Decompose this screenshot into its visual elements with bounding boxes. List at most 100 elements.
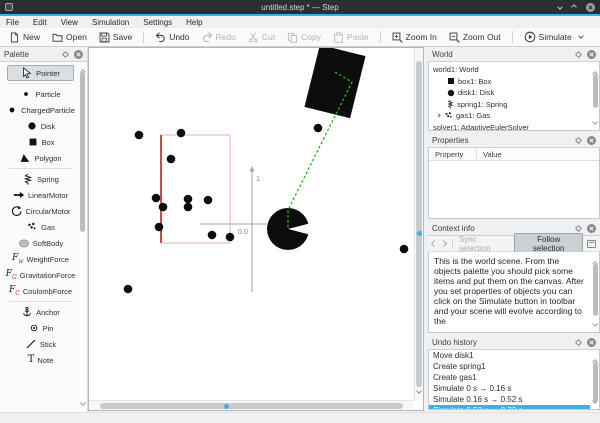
palette-item-weight-force[interactable]: Fw WeightForce [3, 251, 78, 267]
gas1-region[interactable] [161, 135, 230, 243]
tree-item-disk1[interactable]: disk1: Disk [429, 87, 589, 99]
zoom-out-icon [449, 32, 460, 43]
float-panel-icon[interactable] [62, 50, 69, 57]
menu-edit[interactable]: Edit [33, 18, 47, 27]
palette-item-polygon[interactable]: Polygon [3, 150, 78, 166]
palette-item-circular-motor[interactable]: CircularMotor [3, 203, 78, 219]
canvas-hscrollbar[interactable] [89, 400, 414, 410]
simulate-icon [524, 31, 536, 43]
palette-item-particle[interactable]: Particle [3, 86, 78, 102]
undo-button[interactable]: Undo [150, 30, 194, 45]
palette-item-stick[interactable]: Stick [3, 336, 78, 352]
palette-item-spring[interactable]: Spring [3, 171, 78, 187]
zoom-out-button[interactable]: Zoom Out [444, 30, 506, 45]
palette-item-anchor[interactable]: Anchor [3, 304, 78, 320]
tree-item-world1[interactable]: world1: World [429, 64, 589, 76]
gas-particle[interactable] [167, 155, 176, 164]
palette-item-linear-motor[interactable]: LinearMotor [3, 187, 78, 203]
palette-item-pointer[interactable]: Pointer [7, 65, 74, 81]
undo-item[interactable]: Simulate 0.16 s → 0.52 s [429, 394, 590, 405]
world-canvas[interactable]: 1 0.0 [88, 47, 424, 411]
world-panel-header: World [428, 47, 600, 62]
close-panel-icon[interactable] [587, 224, 596, 233]
menu-file[interactable]: File [6, 18, 19, 27]
undo-item-selected[interactable]: Simulate 0.52 s → 0.72 s [429, 405, 590, 410]
maximize-icon[interactable] [571, 4, 577, 10]
pointer-icon [21, 67, 33, 79]
palette-item-charged-particle[interactable]: ChargedParticle [3, 102, 78, 118]
gas-particle[interactable] [152, 194, 161, 203]
undo-item[interactable]: Create spring1 [429, 361, 590, 372]
properties-panel-title: Properties [432, 136, 468, 145]
gas-particle[interactable] [124, 285, 133, 294]
undo-item[interactable]: Create gas1 [429, 372, 590, 383]
open-icon [52, 32, 63, 43]
weight-force-icon: Fw [12, 254, 23, 265]
palette-scrollbar[interactable] [80, 66, 85, 400]
tree-item-gas1[interactable]: gas1: Gas [429, 110, 589, 122]
float-panel-icon[interactable] [575, 224, 582, 231]
gas-particle[interactable] [184, 203, 193, 212]
close-panel-icon[interactable] [74, 50, 83, 59]
simulate-dropdown-icon[interactable] [578, 33, 584, 39]
palette-item-pin[interactable]: Pin [3, 320, 78, 336]
gas-particle[interactable] [226, 233, 235, 242]
minimize-icon[interactable] [557, 4, 563, 10]
float-panel-icon[interactable] [575, 338, 582, 345]
float-panel-icon[interactable] [575, 136, 582, 143]
menu-settings[interactable]: Settings [143, 18, 172, 27]
save-icon [99, 32, 110, 43]
undo-item[interactable]: Move disk1 [429, 350, 590, 361]
close-panel-icon[interactable] [587, 338, 596, 347]
new-button[interactable]: New [4, 30, 45, 45]
menu-view[interactable]: View [61, 18, 78, 27]
zoom-in-button[interactable]: Zoom In [387, 30, 442, 45]
close-panel-icon[interactable] [587, 50, 596, 59]
column-property[interactable]: Property [429, 148, 477, 160]
disk-icon [26, 120, 38, 132]
column-value[interactable]: Value [477, 150, 502, 159]
float-panel-icon[interactable] [575, 50, 582, 57]
box1-shape[interactable] [304, 48, 365, 118]
expander-icon[interactable] [436, 114, 440, 118]
palette-item-box[interactable]: Box [3, 134, 78, 150]
tree-item-spring1[interactable]: spring1: Spring [429, 99, 589, 111]
y-tick-label: 1 [256, 174, 260, 183]
gas-particle[interactable] [135, 131, 144, 140]
gas-particle[interactable] [400, 245, 409, 254]
palette-item-gas[interactable]: Gas [3, 219, 78, 235]
main-area: Palette Pointer Particle ChargedParticle [0, 47, 600, 412]
palette-item-note[interactable]: T Note [3, 352, 78, 368]
palette-item-gravitation-force[interactable]: FG GravitationForce [3, 267, 78, 283]
menubar: File Edit View Simulation Settings Help [0, 16, 600, 28]
simulate-button[interactable]: Simulate [519, 29, 588, 45]
menu-simulation[interactable]: Simulation [92, 18, 129, 27]
gas-particle[interactable] [184, 195, 193, 204]
gas-particle[interactable] [204, 196, 213, 205]
gas-particle[interactable] [177, 129, 186, 138]
toolbar: New Open Save Undo Redo Cut Copy P [0, 28, 600, 47]
palette-item-softbody[interactable]: SoftBody [3, 235, 78, 251]
detach-icon[interactable] [587, 240, 596, 248]
open-button[interactable]: Open [47, 30, 92, 45]
tree-item-box1[interactable]: box1: Box [429, 76, 589, 88]
close-icon[interactable] [586, 3, 595, 12]
undo-history-list: Move disk1 Create spring1 Create gas1 Si… [428, 350, 600, 410]
tree-item-solver1[interactable]: solver1: AdaptiveEulerSolver [429, 122, 589, 132]
tree-scroll-down-icon [592, 119, 598, 125]
palette-item-coulomb-force[interactable]: FC CoulombForce [3, 283, 78, 299]
scene-svg: 1 0.0 [89, 48, 418, 401]
close-panel-icon[interactable] [587, 136, 596, 145]
save-button[interactable]: Save [94, 30, 137, 45]
gas-particle[interactable] [155, 223, 164, 232]
undo-item[interactable]: Simulate 0 s → 0.16 s [429, 383, 590, 394]
undo-scroll-down-icon [592, 398, 598, 404]
menu-help[interactable]: Help [186, 18, 202, 27]
gas-particle[interactable] [314, 124, 323, 133]
gas-particle[interactable] [208, 231, 217, 240]
context-scroll-down-icon [592, 321, 598, 327]
gas-particle[interactable] [159, 203, 168, 212]
palette-item-disk[interactable]: Disk [3, 118, 78, 134]
world-panel: World world1: World box1: Box [428, 47, 600, 131]
canvas-vscrollbar[interactable] [414, 48, 423, 400]
